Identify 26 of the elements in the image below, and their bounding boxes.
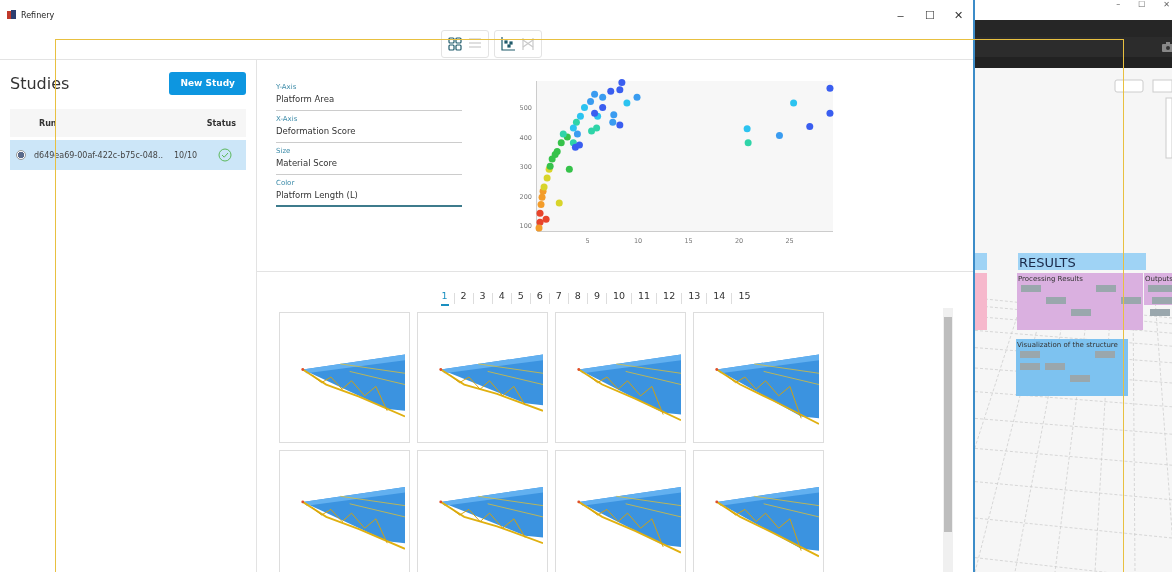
page-link[interactable]: 13 [687, 290, 702, 306]
page-link[interactable]: 4 [497, 290, 506, 306]
page-link[interactable]: 1 [440, 290, 449, 306]
close-button[interactable]: ✕ [944, 0, 973, 30]
column-header: Status [206, 118, 236, 128]
page-link[interactable]: 7 [554, 290, 563, 306]
page-link[interactable]: 2 [459, 290, 468, 306]
page-link[interactable]: 3 [478, 290, 487, 306]
page-link[interactable]: 10 [611, 290, 626, 306]
node-group[interactable]: RESULTS [1018, 253, 1146, 270]
page-link[interactable]: 12 [662, 290, 677, 306]
minimize-button[interactable]: – [1116, 0, 1121, 20]
page-link[interactable]: 15 [737, 290, 752, 306]
page-link[interactable]: 5 [516, 290, 525, 306]
run-count: 10/10 [174, 150, 199, 160]
group-title: RESULTS [1019, 255, 1076, 270]
page-link[interactable]: 14 [712, 290, 727, 306]
minimize-button[interactable]: – [886, 0, 915, 30]
close-button[interactable]: ✕ [1163, 0, 1170, 20]
page-link[interactable]: 6 [535, 290, 544, 306]
maximize-button[interactable]: ☐ [915, 0, 944, 30]
page-link[interactable]: 9 [592, 290, 601, 306]
page-link[interactable]: 8 [573, 290, 582, 306]
page-link[interactable]: 11 [637, 290, 652, 306]
maximize-button[interactable]: ☐ [1138, 0, 1146, 20]
window-title: Refinery [21, 10, 55, 20]
